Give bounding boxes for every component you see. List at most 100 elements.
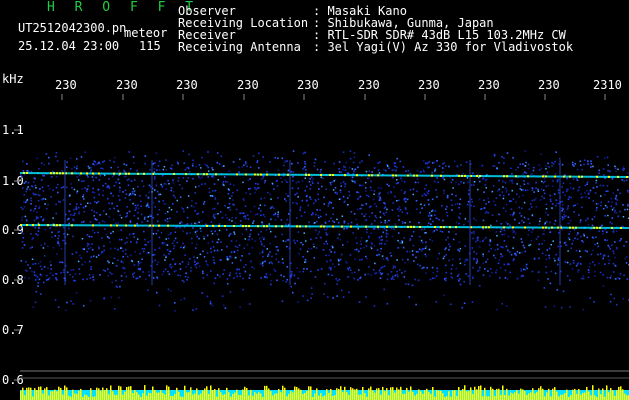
signal-dot [524,226,526,229]
level-bar-spike [590,395,592,400]
noise-speck [323,203,325,205]
noise-speck [452,187,454,189]
level-bar-spike [192,394,194,400]
noise-speck [406,250,408,253]
level-bar-spike [26,387,28,400]
noise-speck [45,279,48,281]
noise-speck [366,228,368,231]
noise-speck [334,179,337,181]
level-bar-spike [584,392,586,400]
signal-dot [56,172,58,175]
noise-speck [91,209,93,211]
noise-speck [417,263,419,266]
noise-speck [117,178,120,181]
noise-speck [206,295,209,298]
level-bar-spike [530,392,532,400]
noise-speck [194,192,197,194]
noise-speck [158,209,161,211]
level-bar-spike [204,388,206,400]
noise-speck [264,180,267,182]
noise-speck [103,221,106,223]
level-bar-spike [490,386,492,400]
noise-speck [602,285,605,287]
noise-speck [290,273,293,276]
noise-speck [378,172,381,174]
noise-speck [446,194,449,197]
noise-speck [485,203,487,205]
noise-speck [125,275,127,278]
noise-speck [383,265,386,268]
noise-speck [557,263,559,266]
noise-speck [623,245,625,247]
noise-speck [38,205,41,208]
noise-speck [43,266,46,268]
noise-speck [74,279,77,282]
signal-dot [596,226,598,229]
noise-speck [596,186,598,188]
noise-speck [75,207,77,210]
noise-speck [345,260,347,263]
noise-speck [297,277,299,280]
noise-speck [608,246,611,248]
noise-speck [567,222,569,225]
noise-speck [47,267,49,269]
level-bar-spike [602,388,604,400]
level-bar-spike [56,391,58,400]
noise-speck [424,188,426,190]
signal-dot [92,172,94,175]
noise-speck [587,276,590,279]
signal-dot [413,174,415,177]
noise-speck [489,239,491,241]
noise-speck [88,167,90,169]
level-bar-spike [170,395,172,400]
noise-speck [261,262,264,264]
noise-speck [274,270,277,272]
noise-speck [271,205,273,208]
noise-speck [144,155,147,157]
hrofft-window: H R O F F T UT2512042300.pn meteor 25.12… [0,0,629,400]
noise-speck [593,216,596,218]
level-bar-spike [538,388,540,400]
noise-speck [365,255,367,258]
noise-speck [373,268,375,271]
level-bar-spike [524,391,526,400]
noise-speck [449,245,451,248]
noise-speck [606,206,608,209]
noise-speck [505,189,508,191]
noise-speck [123,271,126,274]
noise-speck [228,218,231,221]
noise-speck [277,211,279,213]
noise-speck [387,233,389,235]
noise-speck [538,243,541,246]
noise-speck [363,215,366,217]
noise-speck [226,217,228,219]
noise-speck [425,245,428,248]
noise-speck [548,166,550,168]
noise-speck [153,271,156,273]
level-bar-spike [30,387,32,400]
noise-speck [572,262,575,264]
noise-speck [484,268,486,270]
noise-speck [472,266,474,269]
noise-speck [519,185,522,188]
noise-speck [378,236,381,239]
noise-speck [27,186,29,188]
noise-speck [612,229,615,231]
noise-speck [195,247,197,249]
noise-speck [302,168,304,170]
noise-speck [32,237,34,239]
noise-speck [537,188,539,191]
noise-speck [332,246,334,249]
noise-speck [570,187,572,189]
noise-speck [545,271,548,274]
noise-speck [354,249,356,251]
level-bar-spike [222,394,224,400]
level-bar-spike [622,389,624,400]
noise-speck [347,267,349,269]
spectrogram-plot [14,94,629,400]
noise-speck [132,202,134,205]
noise-speck [116,286,118,289]
noise-speck [555,173,557,175]
noise-speck [58,261,61,264]
level-bar-spike [402,393,404,400]
